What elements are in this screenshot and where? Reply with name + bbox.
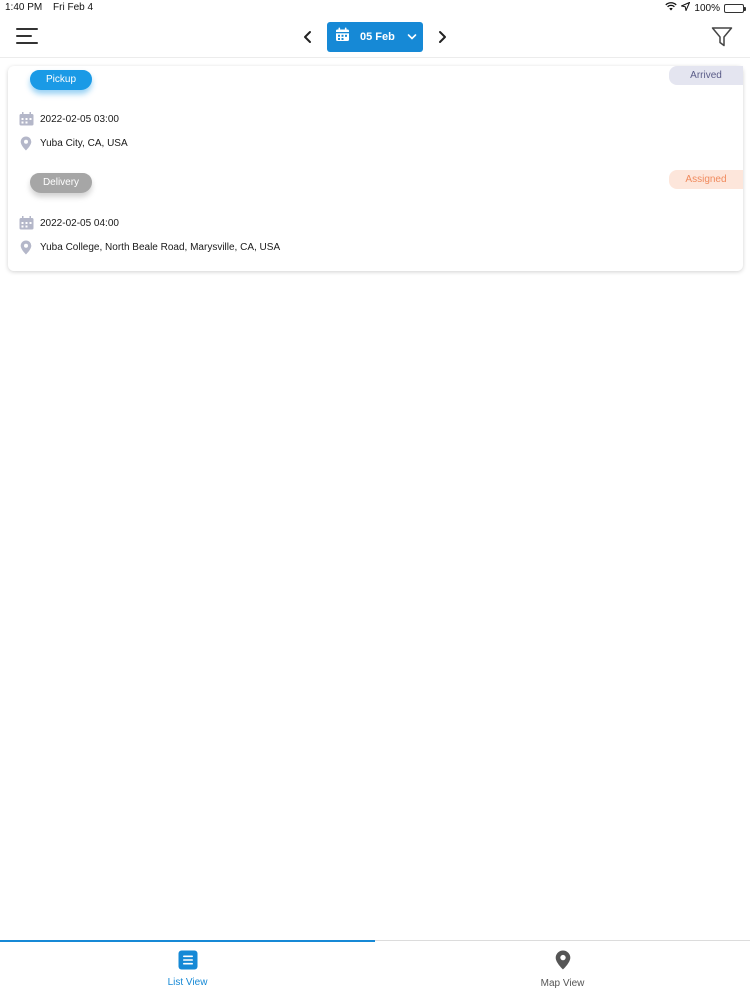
chevron-left-icon	[304, 31, 311, 43]
top-navigation: 05 Feb	[0, 16, 750, 58]
selected-date-label: 05 Feb	[360, 31, 395, 43]
list-icon	[178, 950, 198, 975]
battery-icon	[724, 3, 746, 13]
delivery-datetime-row: 2022-02-05 04:00	[18, 215, 119, 231]
delivery-datetime: 2022-02-05 04:00	[40, 217, 119, 229]
chevron-right-icon	[439, 31, 446, 43]
status-bar: 1:40 PM Fri Feb 4 100%	[0, 0, 750, 16]
location-pin-icon	[18, 239, 34, 255]
location-pin-icon	[18, 135, 34, 151]
battery-percent: 100%	[694, 2, 720, 14]
chevron-down-icon	[407, 28, 417, 46]
delivery-type-badge: Delivery	[30, 173, 92, 193]
previous-day-button[interactable]	[301, 29, 315, 45]
filter-icon	[711, 27, 733, 47]
date-picker-button[interactable]: 05 Feb	[327, 22, 423, 52]
delivery-location: Yuba College, North Beale Road, Marysvil…	[40, 241, 281, 253]
menu-button[interactable]	[16, 28, 40, 46]
pickup-datetime: 2022-02-05 03:00	[40, 113, 119, 125]
map-pin-icon	[555, 950, 571, 975]
tab-list-view[interactable]: List View	[0, 941, 375, 1001]
pickup-datetime-row: 2022-02-05 03:00	[18, 111, 119, 127]
date-navigator: 05 Feb	[300, 22, 450, 52]
calendar-icon	[335, 27, 350, 47]
wifi-icon	[665, 2, 678, 14]
tab-list-view-label: List View	[167, 977, 208, 988]
filter-button[interactable]	[710, 25, 734, 49]
status-date: Fri Feb 4	[53, 2, 94, 13]
location-arrow-icon	[680, 1, 691, 14]
order-card[interactable]: Pickup Arrived 2022-02-05 03:00 Yuba Cit…	[8, 66, 743, 271]
status-time: 1:40 PM	[5, 2, 43, 13]
pickup-type-badge: Pickup	[30, 70, 92, 90]
pickup-location: Yuba City, CA, USA	[40, 137, 128, 149]
next-day-button[interactable]	[435, 29, 449, 45]
status-badge: Assigned	[669, 170, 743, 189]
tab-map-view-label: Map View	[540, 978, 585, 989]
status-badge: Arrived	[669, 66, 743, 85]
delivery-location-row: Yuba College, North Beale Road, Marysvil…	[18, 239, 280, 255]
calendar-icon	[18, 111, 34, 127]
calendar-icon	[18, 215, 34, 231]
bottom-tab-bar: List View Map View	[0, 940, 750, 1000]
tab-map-view[interactable]: Map View	[375, 941, 750, 1001]
pickup-location-row: Yuba City, CA, USA	[18, 135, 128, 151]
